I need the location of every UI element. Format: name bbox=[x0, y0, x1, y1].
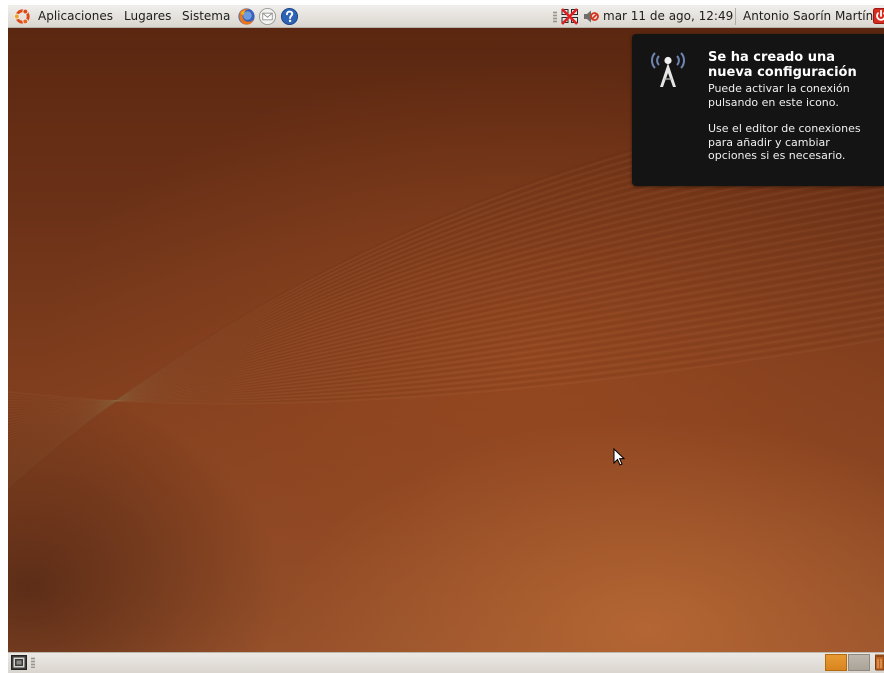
help-icon[interactable] bbox=[280, 7, 299, 26]
notification-title: Se ha creado una nueva configuración bbox=[708, 50, 857, 80]
show-desktop-icon[interactable] bbox=[11, 655, 27, 670]
menu-lugares[interactable]: Lugares bbox=[124, 9, 171, 23]
wireless-antenna-icon bbox=[651, 52, 685, 87]
mouse-cursor-icon bbox=[613, 448, 625, 466]
volume-icon[interactable] bbox=[583, 9, 599, 24]
panel-handle-icon[interactable] bbox=[553, 11, 557, 23]
firefox-icon[interactable] bbox=[237, 7, 256, 26]
menu-aplicaciones[interactable]: Aplicaciones bbox=[38, 9, 113, 23]
workspace-1[interactable] bbox=[825, 654, 847, 671]
panel-separator bbox=[735, 8, 736, 25]
network-icon[interactable] bbox=[561, 8, 579, 25]
user-switcher[interactable]: Antonio Saorín Martínez bbox=[743, 9, 884, 23]
clock[interactable]: mar 11 de ago, 12:49 bbox=[603, 9, 733, 23]
panel-handle-icon[interactable] bbox=[31, 657, 35, 668]
notification-bubble[interactable]: Se ha creado una nueva configuración Pue… bbox=[632, 34, 884, 186]
menu-sistema[interactable]: Sistema bbox=[182, 9, 230, 23]
trash-icon[interactable] bbox=[875, 654, 884, 671]
bottom-panel bbox=[8, 652, 884, 673]
notification-body: Puede activar la conexión pulsando en es… bbox=[708, 82, 880, 176]
top-panel: Aplicaciones Lugares Sistema mar 11 de a… bbox=[8, 5, 884, 28]
notification-text-editor: Use el editor de conexiones para añadir … bbox=[708, 122, 861, 162]
notification-text-connection: Puede activar la conexión pulsando en es… bbox=[708, 82, 850, 109]
workspace-2[interactable] bbox=[848, 654, 870, 671]
shutdown-icon[interactable] bbox=[873, 8, 884, 24]
ubuntu-logo-icon[interactable] bbox=[13, 7, 32, 26]
mail-icon[interactable] bbox=[258, 7, 277, 26]
screen: Aplicaciones Lugares Sistema mar 11 de a… bbox=[0, 0, 884, 673]
